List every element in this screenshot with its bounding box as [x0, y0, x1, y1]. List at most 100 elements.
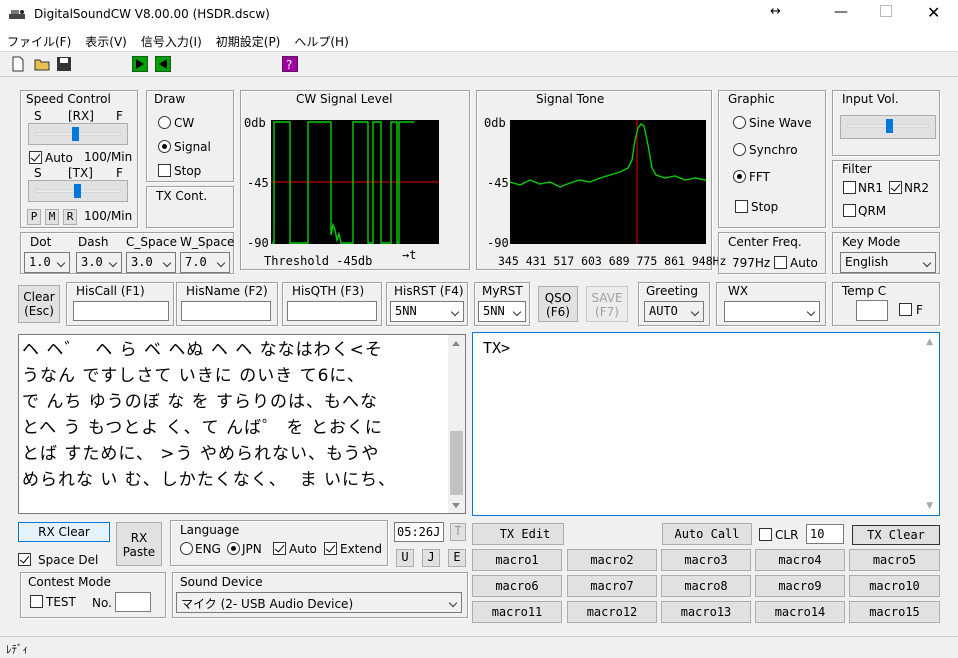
save-button-label: SAVE — [591, 291, 623, 305]
graphic-stop-checkbox[interactable] — [735, 200, 748, 213]
wx-select[interactable] — [724, 301, 820, 322]
macro-button-1[interactable]: macro1 — [472, 549, 562, 571]
hisname-input[interactable] — [181, 301, 271, 321]
test-checkbox[interactable] — [30, 595, 43, 608]
dash-select[interactable]: 3.0 — [76, 252, 122, 273]
macro-button-10[interactable]: macro10 — [849, 575, 940, 597]
menu-help[interactable]: ヘルプ(H) — [287, 30, 355, 50]
key-mode-select[interactable]: English — [840, 252, 936, 273]
extend-checkbox[interactable] — [324, 542, 337, 555]
tx-edit-button[interactable]: TX Edit — [472, 523, 564, 545]
synchro-radio[interactable] — [733, 143, 746, 156]
menu-signal-input[interactable]: 信号入力(I) — [134, 30, 209, 50]
save-button[interactable]: SAVE (F7) — [586, 286, 628, 322]
t-button[interactable]: T — [450, 523, 466, 541]
hisqth-input[interactable] — [287, 301, 377, 321]
rx-scrollbar[interactable] — [448, 335, 465, 513]
qso-button[interactable]: QSO (F6) — [538, 286, 578, 322]
rx-text-area[interactable]: ヘ ヘ゛ ヘ ら ベ ヘぬ ヘ ヘ ななはわく<そ うなん ですしさて いきに の… — [18, 334, 466, 514]
clr-spinner[interactable]: 10 — [806, 524, 844, 544]
nr2-checkbox[interactable] — [889, 181, 902, 194]
macro-button-5[interactable]: macro5 — [849, 549, 940, 571]
sound-device-select[interactable]: マイク (2- USB Audio Device) — [176, 592, 462, 613]
qrm-checkbox[interactable] — [843, 204, 856, 217]
tx-text-area[interactable]: TX> ▲ ▼ — [472, 332, 940, 516]
e-button[interactable]: E — [448, 549, 466, 567]
rx-paste-button[interactable]: RX Paste — [116, 522, 162, 566]
draw-cw-label: CW — [174, 116, 195, 130]
temp-input[interactable] — [856, 300, 888, 321]
draw-signal-radio[interactable] — [158, 140, 171, 153]
play-forward-icon[interactable] — [132, 56, 148, 72]
input-vol-title: Input Vol. — [842, 92, 899, 106]
tx-speed-slider[interactable] — [28, 180, 128, 202]
cw-level-title: CW Signal Level — [296, 92, 393, 106]
input-vol-slider[interactable] — [840, 115, 936, 139]
new-file-icon[interactable] — [10, 56, 26, 72]
help-icon[interactable]: ? — [282, 56, 298, 72]
contest-no-input[interactable] — [115, 592, 151, 612]
clear-button[interactable]: Clear (Esc) — [18, 285, 60, 323]
lang-auto-checkbox[interactable] — [273, 542, 286, 555]
play-back-icon[interactable] — [155, 56, 171, 72]
jpn-radio[interactable] — [227, 542, 240, 555]
dot-select[interactable]: 1.0 — [24, 252, 70, 273]
myrst-select[interactable]: 5NN — [478, 301, 526, 322]
macro-button-6[interactable]: macro6 — [472, 575, 562, 597]
r-button[interactable]: R — [63, 209, 77, 225]
w-space-select[interactable]: 7.0 — [180, 252, 230, 273]
macro-button-4[interactable]: macro4 — [755, 549, 845, 571]
greeting-select[interactable]: AUTO — [644, 301, 704, 322]
menu-bar: ファイル(F) 表示(V) 信号入力(I) 初期設定(P) ヘルプ(H) — [0, 30, 958, 52]
menu-settings[interactable]: 初期設定(P) — [209, 30, 288, 50]
p-button[interactable]: P — [27, 209, 41, 225]
save-icon[interactable] — [56, 56, 72, 72]
fahrenheit-checkbox[interactable] — [899, 303, 912, 316]
fft-radio[interactable] — [733, 170, 746, 183]
auto-call-button[interactable]: Auto Call — [662, 523, 752, 545]
macro-button-14[interactable]: macro14 — [755, 601, 845, 623]
rx-clear-button[interactable]: RX Clear — [18, 522, 110, 542]
space-del-checkbox[interactable] — [18, 553, 31, 566]
open-folder-icon[interactable] — [34, 56, 50, 72]
tx-scroll-down-icon[interactable]: ▼ — [926, 501, 933, 511]
window-title: DigitalSoundCW V8.00.00 (HSDR.dscw) — [34, 7, 270, 21]
clr-checkbox[interactable] — [759, 528, 772, 541]
hiscall-input[interactable] — [73, 301, 169, 321]
nr1-checkbox[interactable] — [843, 181, 856, 194]
macro-button-2[interactable]: macro2 — [567, 549, 657, 571]
hisrst-label: HisRST (F4) — [394, 284, 464, 298]
macro-button-9[interactable]: macro9 — [755, 575, 845, 597]
c-space-select[interactable]: 3.0 — [126, 252, 176, 273]
auto-checkbox[interactable] — [29, 151, 42, 164]
extend-label: Extend — [340, 542, 382, 556]
maximize-button[interactable] — [880, 5, 892, 17]
eng-radio[interactable] — [180, 542, 193, 555]
macro-button-11[interactable]: macro11 — [472, 601, 562, 623]
m-button[interactable]: M — [45, 209, 59, 225]
j-button[interactable]: J — [422, 549, 440, 567]
macro-button-12[interactable]: macro12 — [567, 601, 657, 623]
speed-control-title: Speed Control — [26, 92, 111, 106]
close-button[interactable]: ✕ — [927, 3, 940, 22]
u-button[interactable]: U — [396, 549, 414, 567]
sine-wave-radio[interactable] — [733, 116, 746, 129]
tx-clear-button[interactable]: TX Clear — [852, 525, 940, 545]
tx-slow-label: S — [34, 166, 42, 180]
menu-view[interactable]: 表示(V) — [78, 30, 134, 50]
rx-speed-slider[interactable] — [28, 123, 128, 145]
menu-file[interactable]: ファイル(F) — [0, 30, 78, 50]
center-auto-checkbox[interactable] — [774, 256, 787, 269]
tx-cont-title: TX Cont. — [156, 189, 208, 203]
draw-stop-checkbox[interactable] — [158, 164, 171, 177]
tx-scroll-up-icon[interactable]: ▲ — [926, 337, 933, 347]
macro-button-7[interactable]: macro7 — [567, 575, 657, 597]
macro-button-15[interactable]: macro15 — [849, 601, 940, 623]
macro-button-3[interactable]: macro3 — [661, 549, 751, 571]
minimize-button[interactable]: — — [834, 4, 848, 20]
macro-button-13[interactable]: macro13 — [661, 601, 751, 623]
draw-cw-radio[interactable] — [158, 116, 171, 129]
macro-button-8[interactable]: macro8 — [661, 575, 751, 597]
qso-button-label: QSO — [544, 291, 572, 305]
hisrst-select[interactable]: 5NN — [390, 301, 464, 322]
